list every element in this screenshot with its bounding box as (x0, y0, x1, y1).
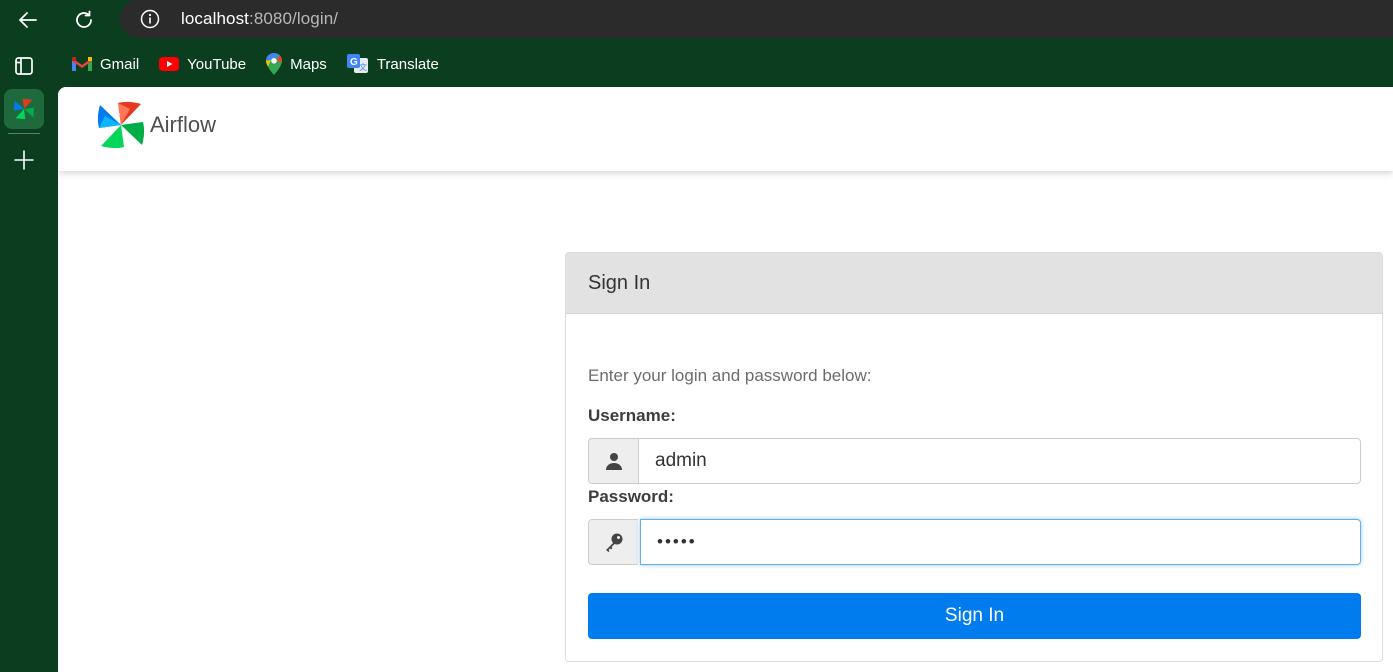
new-tab-button[interactable] (4, 140, 44, 180)
tab-airflow[interactable] (4, 89, 44, 129)
bookmark-youtube[interactable]: YouTube (159, 56, 246, 73)
bookmark-gmail[interactable]: Gmail (72, 56, 139, 73)
url-text: localhost:8080/login/ (181, 9, 338, 29)
page-content: Airflow Sign In Enter your login and pas… (58, 87, 1393, 672)
airflow-brand-link[interactable]: Airflow (96, 100, 216, 150)
bookmark-label: Gmail (100, 55, 140, 73)
airflow-logo-icon (97, 101, 145, 149)
username-addon (588, 438, 638, 484)
url-path: :8080/login/ (249, 9, 339, 28)
gmail-icon (72, 57, 92, 71)
sign-in-button[interactable]: Sign In (588, 593, 1361, 639)
brand-name: Airflow (150, 112, 217, 137)
password-label: Password: (588, 487, 674, 506)
bookmark-label: YouTube (187, 55, 247, 73)
key-icon (605, 533, 622, 552)
browser-toolbar: localhost:8080/login/ (0, 0, 1393, 40)
login-instructions: Enter your login and password below: (588, 366, 872, 385)
bookmark-maps[interactable]: Maps (266, 53, 327, 75)
user-icon (605, 453, 622, 470)
tabs-icon (15, 57, 33, 75)
login-panel-title: Sign In (566, 253, 1382, 314)
username-label: Username: (588, 406, 676, 425)
app-navbar: Airflow (58, 87, 1393, 171)
tab-actions-button[interactable] (4, 46, 44, 86)
vertical-tabs-sidebar (0, 40, 56, 672)
sidebar-divider (8, 133, 40, 134)
username-input-group (588, 438, 1361, 484)
site-info-icon[interactable] (140, 9, 160, 29)
login-panel: Sign In Enter your login and password be… (565, 252, 1383, 662)
bookmark-label: Maps (290, 55, 327, 73)
svg-text:G: G (350, 57, 358, 68)
bookmark-translate[interactable]: G 文 Translate (346, 54, 439, 74)
password-addon (588, 519, 638, 565)
reload-button[interactable] (68, 4, 100, 36)
maps-icon (266, 53, 283, 75)
bookmark-label: Translate (376, 55, 439, 73)
svg-text:文: 文 (359, 62, 367, 72)
back-arrow-icon (19, 12, 37, 28)
airflow-favicon-icon (13, 98, 35, 120)
url-host: localhost (181, 9, 249, 28)
reload-icon (76, 10, 92, 28)
bookmarks-bar: Gmail YouTube Maps G 文 Translate (72, 52, 459, 76)
username-input[interactable] (638, 438, 1361, 484)
back-button[interactable] (12, 4, 44, 36)
password-input-group (588, 519, 1361, 565)
youtube-icon (159, 57, 180, 71)
translate-icon: G 文 (346, 54, 368, 73)
password-input[interactable] (640, 519, 1361, 565)
plus-icon (14, 150, 34, 170)
address-bar[interactable]: localhost:8080/login/ (120, 0, 1393, 38)
